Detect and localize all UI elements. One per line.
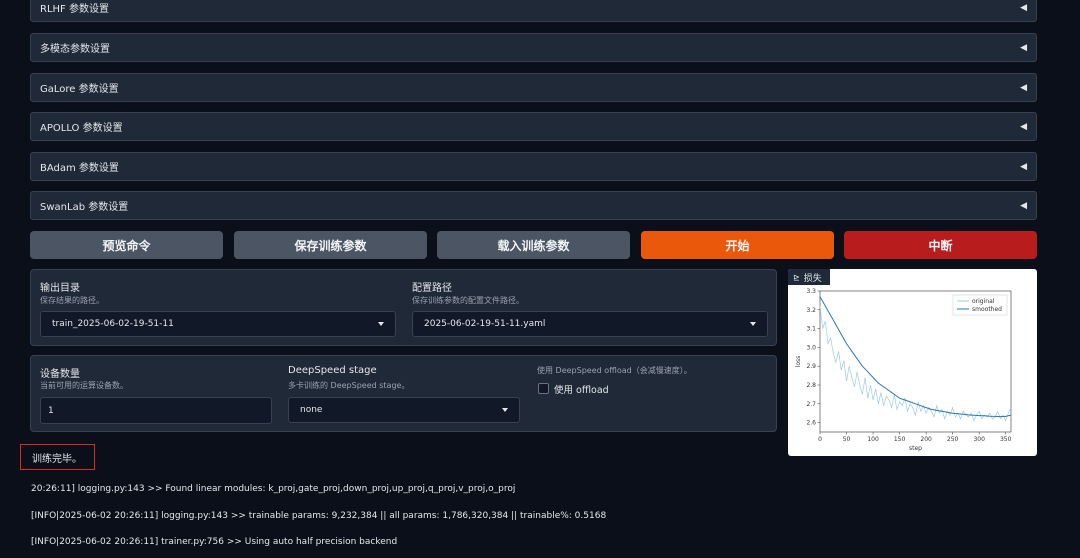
config-path-dropdown[interactable]: 2025-06-02-19-51-11.yaml [412,311,768,337]
y-tick-label: 3.0 [806,344,816,351]
log-line: 20:26:11] logging.py:143 >> Found linear… [31,484,516,494]
plot-tag-label: 损失 [803,273,822,284]
loss-chart: 0 50 100 150 200 250 300 350 2.6 2.7 2.8 2.9 3.0 3.1 3… [795,288,1012,452]
y-tick-label: 2.6 [806,420,816,427]
y-tick-label: 3.3 [806,288,816,295]
x-tick-label: 100 [867,436,879,443]
accordion-label: 多模态参数设置 [40,44,110,55]
output-dir-info: 保存结果的路径。 [40,296,104,305]
y-axis-label: loss [795,356,802,368]
device-count-input[interactable]: 1 [40,397,272,424]
config-path-label: 配置路径 [412,283,452,294]
ds-offload-info: 使用 DeepSpeed offload（会减慢速度）。 [537,366,692,375]
accordion-rlhf[interactable]: RLHF 参数设置 ◀ [30,0,1037,22]
y-tick-label: 3.2 [806,307,816,314]
abort-button[interactable]: 中断 [844,231,1037,259]
log-line: [INFO|2025-06-02 20:26:11] logging.py:14… [31,511,607,521]
ds-stage-value: none [300,405,323,415]
accordion-label: SwanLab 参数设置 [40,202,129,213]
plot-tag: ⊵ 损失 [788,269,830,285]
x-tick-label: 150 [894,436,906,443]
chevron-down-icon [750,322,756,326]
collapse-arrow-icon: ◀ [1020,161,1027,172]
x-tick-label: 0 [818,436,822,443]
legend-label: original [972,298,995,305]
collapse-arrow-icon: ◀ [1020,82,1027,93]
device-count-label: 设备数量 [40,369,80,380]
config-path-info: 保存训练参数的配置文件路径。 [412,296,524,305]
collapse-arrow-icon: ◀ [1020,200,1027,211]
load-args-button[interactable]: 载入训练参数 [437,231,630,259]
ds-stage-label: DeepSpeed stage [288,365,377,376]
output-dir-dropdown[interactable]: train_2025-06-02-19-51-11 [40,311,396,337]
device-deepspeed-panel: 设备数量 当前可用的运算设备数。 1 DeepSpeed stage 多卡训练的… [30,355,777,432]
device-count-info: 当前可用的运算设备数。 [40,381,128,390]
collapse-arrow-icon: ◀ [1020,121,1027,132]
status-text: 训练完毕。 [32,453,82,465]
loss-plot-panel: ⊵ 损失 0 50 100 150 200 250 300 350 2.6 2.7 2.8 2.9 3.… [788,269,1037,456]
accordion-apollo[interactable]: APOLLO 参数设置 ◀ [30,112,1037,141]
legend-label: smoothed [972,306,1002,313]
ds-offload-checkbox[interactable] [538,383,549,394]
x-tick-label: 350 [1000,436,1012,443]
x-tick-label: 50 [843,436,851,443]
output-dir-label: 输出目录 [40,283,80,294]
preview-command-button[interactable]: 预览命令 [30,231,223,259]
accordion-label: BAdam 参数设置 [40,163,119,174]
y-tick-label: 2.9 [806,363,816,370]
start-button[interactable]: 开始 [641,231,834,259]
accordion-multimodal[interactable]: 多模态参数设置 ◀ [30,33,1037,62]
collapse-arrow-icon: ◀ [1020,42,1027,53]
x-axis-label: step [909,445,922,452]
output-config-panel: 输出目录 保存结果的路径。 train_2025-06-02-19-51-11 … [30,269,777,346]
y-tick-label: 2.7 [806,401,816,408]
status-message: 训练完毕。 [20,444,95,470]
y-tick-label: 2.8 [806,382,816,389]
collapse-arrow-icon: ◀ [1020,2,1027,13]
save-args-button[interactable]: 保存训练参数 [234,231,427,259]
x-tick-label: 250 [947,436,959,443]
config-path-value: 2025-06-02-19-51-11.yaml [424,319,546,329]
chevron-down-icon [502,408,508,412]
x-tick-label: 200 [920,436,932,443]
accordion-label: RLHF 参数设置 [40,4,109,15]
accordion-badam[interactable]: BAdam 参数设置 ◀ [30,152,1037,181]
y-tick-label: 3.1 [806,326,816,333]
chevron-down-icon [378,322,384,326]
output-dir-value: train_2025-06-02-19-51-11 [52,319,174,329]
line-chart-icon: ⊵ [793,272,800,282]
x-tick-label: 300 [973,436,985,443]
ds-stage-info: 多卡训练的 DeepSpeed stage。 [288,381,410,390]
ds-offload-label: 使用 offload [554,385,609,396]
ds-stage-dropdown[interactable]: none [288,397,520,423]
accordion-swanlab[interactable]: SwanLab 参数设置 ◀ [30,191,1037,220]
accordion-label: GaLore 参数设置 [40,84,119,95]
accordion-galore[interactable]: GaLore 参数设置 ◀ [30,73,1037,102]
accordion-label: APOLLO 参数设置 [40,123,123,134]
log-line: [INFO|2025-06-02 20:26:11] trainer.py:75… [31,537,398,547]
